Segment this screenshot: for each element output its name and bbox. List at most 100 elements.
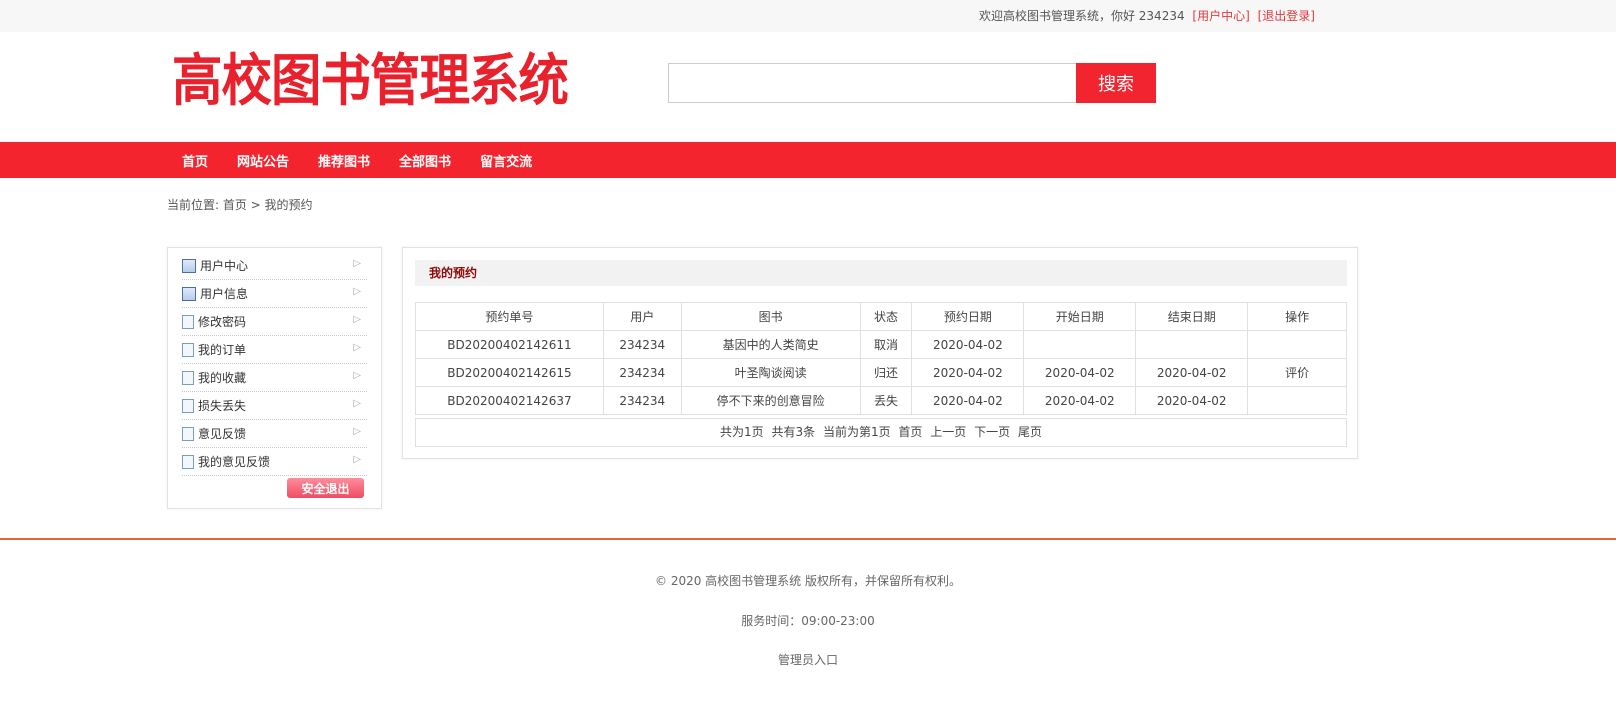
safe-logout-button[interactable]: 安全退出	[287, 478, 364, 498]
start-date-cell: 2020-04-02	[1023, 386, 1137, 415]
sidebar-item-label: 损失丢失	[198, 399, 247, 413]
nav-item-messages[interactable]: 留言交流	[480, 151, 532, 170]
reserve-date-cell: 2020-04-02	[911, 358, 1025, 387]
sidebar-item-my-orders[interactable]: 我的订单 ▷	[182, 336, 367, 364]
chevron-right-icon: ▷	[353, 286, 361, 297]
end-date-cell: 2020-04-02	[1135, 386, 1249, 415]
column-header: 用户	[602, 302, 682, 331]
sidebar-item-my-favorites[interactable]: 我的收藏 ▷	[182, 364, 367, 392]
column-header: 开始日期	[1023, 302, 1137, 331]
chevron-right-icon: ▷	[353, 314, 361, 325]
nav-item-home[interactable]: 首页	[182, 151, 208, 170]
sidebar-item-user-info[interactable]: 用户信息 ▷	[182, 280, 367, 308]
sidebar-item-label: 用户中心	[200, 259, 249, 273]
next-page-link[interactable]: 下一页	[974, 425, 1010, 439]
reservations-table: 预约单号 用户 图书 状态 预约日期 开始日期 结束日期 操作 BD202004…	[415, 302, 1347, 415]
user-cell: 234234	[602, 358, 682, 387]
sidebar: 用户中心 ▷ 用户信息 ▷ 修改密码 ▷ 我的订单 ▷ 我的收藏 ▷ 损失丢失 …	[167, 247, 382, 509]
end-date-cell	[1135, 330, 1249, 359]
reservation-id-cell: BD20200402142615	[415, 358, 604, 387]
reservation-id-cell: BD20200402142637	[415, 386, 604, 415]
total-items: 共有3条	[771, 425, 816, 439]
chevron-right-icon: ▷	[353, 426, 361, 437]
reserve-date-cell: 2020-04-02	[911, 330, 1025, 359]
logout-link[interactable]: [退出登录]	[1258, 9, 1315, 23]
sidebar-item-label: 我的订单	[198, 343, 247, 357]
admin-entry-link[interactable]: 管理员入口	[0, 651, 1616, 668]
main-nav: 首页 网站公告 推荐图书 全部图书 留言交流	[0, 142, 1616, 178]
copyright-text: © 2020 高校图书管理系统 版权所有，并保留所有权利。	[655, 574, 961, 588]
column-header: 预约单号	[415, 302, 604, 331]
sidebar-item-label: 修改密码	[198, 315, 247, 329]
sidebar-item-lost[interactable]: 损失丢失 ▷	[182, 392, 367, 420]
action-cell	[1247, 386, 1347, 415]
sidebar-item-label: 意见反馈	[198, 427, 247, 441]
document-icon	[182, 398, 194, 413]
footer-divider	[0, 538, 1616, 540]
sidebar-item-my-feedback[interactable]: 我的意见反馈 ▷	[182, 448, 367, 476]
status-cell: 丢失	[859, 386, 913, 415]
total-pages: 共为1页	[720, 425, 764, 439]
user-card-icon	[182, 286, 196, 301]
search-input[interactable]	[668, 63, 1076, 103]
prev-page-link[interactable]: 上一页	[930, 425, 966, 439]
document-icon	[182, 370, 194, 385]
search-bar: 搜索	[668, 63, 1156, 103]
status-cell: 归还	[859, 358, 913, 387]
header: 高校图书管理系统 搜索	[0, 32, 1616, 142]
breadcrumb: 当前位置: 首页 > 我的预约	[167, 198, 313, 212]
end-date-cell: 2020-04-02	[1135, 358, 1249, 387]
welcome-text: 欢迎高校图书管理系统，你好 234234	[978, 9, 1185, 23]
table-row: BD20200402142615 234234 叶圣陶谈阅读 归还 2020-0…	[415, 358, 1347, 387]
sidebar-item-label: 我的收藏	[198, 371, 247, 385]
user-center-link[interactable]: [用户中心]	[1192, 9, 1249, 23]
chevron-right-icon: ▷	[353, 342, 361, 353]
last-page-link[interactable]: 尾页	[1018, 425, 1042, 439]
document-icon	[182, 454, 194, 469]
chevron-right-icon: ▷	[353, 258, 361, 269]
sidebar-item-feedback[interactable]: 意见反馈 ▷	[182, 420, 367, 448]
start-date-cell: 2020-04-02	[1023, 358, 1137, 387]
nav-item-all-books[interactable]: 全部图书	[399, 151, 451, 170]
chevron-right-icon: ▷	[353, 454, 361, 465]
document-icon	[182, 314, 194, 329]
user-cell: 234234	[602, 330, 682, 359]
site-logo[interactable]: 高校图书管理系统	[172, 50, 569, 114]
document-icon	[182, 426, 194, 441]
table-row: BD20200402142611 234234 基因中的人类简史 取消 2020…	[415, 330, 1347, 359]
first-page-link[interactable]: 首页	[898, 425, 922, 439]
chevron-right-icon: ▷	[353, 370, 361, 381]
nav-item-recommended-books[interactable]: 推荐图书	[318, 151, 370, 170]
user-card-icon	[182, 258, 196, 273]
nav-item-announcements[interactable]: 网站公告	[237, 151, 289, 170]
status-cell[interactable]: 取消	[859, 330, 913, 359]
sidebar-item-label: 用户信息	[200, 287, 249, 301]
reserve-date-cell: 2020-04-02	[911, 386, 1025, 415]
book-cell: 停不下来的创意冒险	[680, 386, 861, 415]
action-cell	[1247, 330, 1347, 359]
reservation-id-cell: BD20200402142611	[415, 330, 604, 359]
column-header: 预约日期	[911, 302, 1025, 331]
table-header-row: 预约单号 用户 图书 状态 预约日期 开始日期 结束日期 操作	[415, 302, 1347, 331]
user-cell: 234234	[602, 386, 682, 415]
pagination: 共为1页 共有3条 当前为第1页 首页 上一页 下一页 尾页	[415, 418, 1347, 447]
current-page: 当前为第1页	[822, 425, 891, 439]
chevron-right-icon: ▷	[353, 398, 361, 409]
table-row: BD20200402142637 234234 停不下来的创意冒险 丢失 202…	[415, 386, 1347, 415]
book-cell: 基因中的人类简史	[680, 330, 861, 359]
column-header: 结束日期	[1135, 302, 1249, 331]
sidebar-item-change-password[interactable]: 修改密码 ▷	[182, 308, 367, 336]
column-header: 图书	[680, 302, 861, 331]
document-icon	[182, 342, 194, 357]
sidebar-item-user-center[interactable]: 用户中心 ▷	[182, 252, 367, 280]
service-hours-text: 服务时间：09:00-23:00	[741, 614, 875, 628]
search-button[interactable]: 搜索	[1076, 63, 1156, 103]
sidebar-item-label: 我的意见反馈	[198, 455, 271, 469]
column-header: 操作	[1247, 302, 1347, 331]
welcome-area: 欢迎高校图书管理系统，你好 234234 [用户中心] [退出登录]	[979, 7, 1315, 24]
top-bar: 欢迎高校图书管理系统，你好 234234 [用户中心] [退出登录]	[0, 0, 1616, 32]
panel-title: 我的预约	[415, 260, 1347, 286]
reservations-panel: 我的预约 预约单号 用户 图书 状态 预约日期 开始日期 结束日期 操作 BD2…	[402, 247, 1358, 459]
book-cell: 叶圣陶谈阅读	[680, 358, 861, 387]
review-action-link[interactable]: 评价	[1247, 358, 1347, 387]
